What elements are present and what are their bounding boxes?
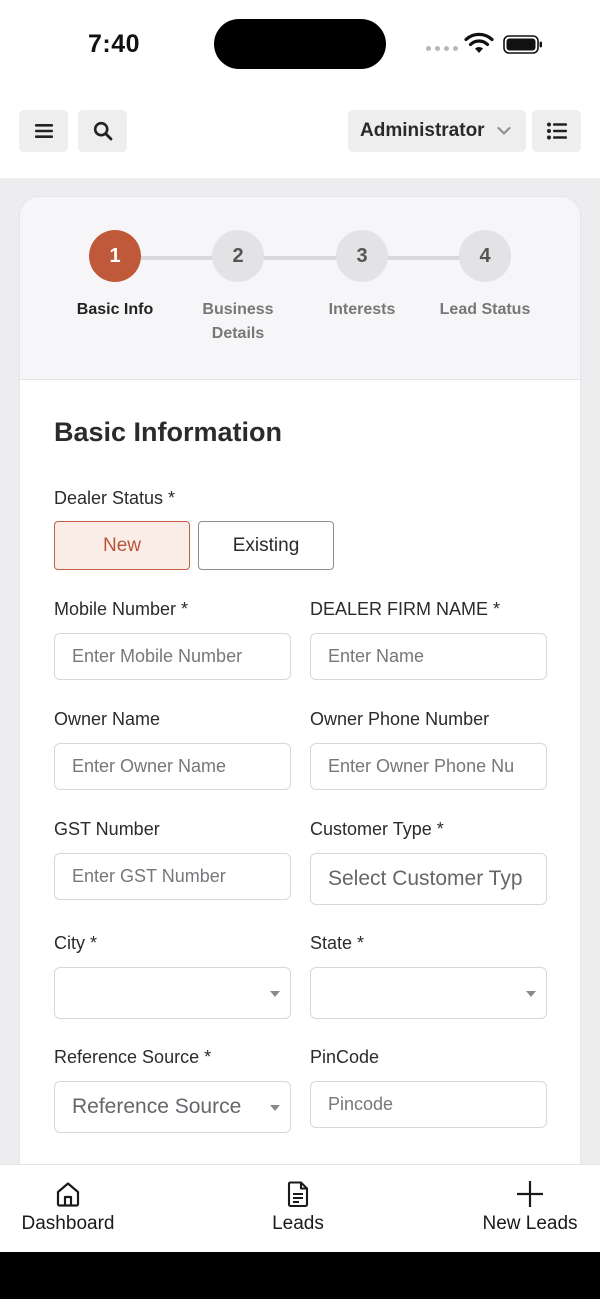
step-label: Interests	[328, 301, 396, 318]
nav-label: Leads	[272, 1213, 324, 1234]
owner-name-label: Owner Name	[54, 709, 161, 729]
step-number: 4	[459, 230, 511, 282]
step-interests[interactable]: 3 Interests	[292, 230, 432, 322]
customer-type-placeholder: Select Customer Typ	[328, 867, 523, 890]
search-button[interactable]	[78, 110, 127, 152]
step-number: 2	[212, 230, 264, 282]
list-view-button[interactable]	[532, 110, 581, 152]
home-icon	[56, 1182, 80, 1207]
top-toolbar: Administrator	[0, 88, 600, 178]
wifi-icon	[464, 32, 494, 53]
dealer-firm-name-input[interactable]	[311, 634, 546, 679]
pincode-label: PinCode	[310, 1047, 380, 1067]
step-label: Lead Status	[439, 301, 531, 318]
state-label: State *	[310, 933, 365, 953]
caret-down-icon	[526, 991, 536, 997]
form-stepper: 1 Basic Info 2 Business Details 3 Intere…	[20, 197, 580, 380]
step-business-details[interactable]: 2 Business Details	[168, 230, 308, 346]
dealer-firm-name-label: DEALER FIRM NAME *	[310, 599, 501, 619]
caret-down-icon	[270, 991, 280, 997]
gst-number-field	[54, 853, 291, 900]
list-icon	[546, 122, 567, 140]
step-basic-info[interactable]: 1 Basic Info	[45, 230, 185, 322]
state-select[interactable]	[310, 967, 547, 1019]
reference-source-select[interactable]: Reference Source	[54, 1081, 291, 1133]
owner-phone-field	[310, 743, 547, 790]
step-lead-status[interactable]: 4 Lead Status	[415, 230, 555, 322]
step-label: Business Details	[202, 301, 274, 342]
search-icon	[93, 121, 112, 141]
chevron-down-icon	[497, 127, 511, 135]
document-icon	[287, 1181, 309, 1208]
city-select[interactable]	[54, 967, 291, 1019]
dealer-status-existing-button[interactable]: Existing	[198, 521, 334, 570]
section-title: Basic Information	[54, 417, 283, 447]
owner-name-field	[54, 743, 291, 790]
dealer-firm-name-field	[310, 633, 547, 680]
owner-phone-input[interactable]	[311, 744, 546, 789]
step-label: Basic Info	[76, 301, 154, 318]
pincode-field	[310, 1081, 547, 1128]
status-time: 7:40	[88, 30, 141, 58]
nav-leads[interactable]: Leads	[258, 1179, 338, 1235]
owner-name-input[interactable]	[55, 744, 290, 789]
bottom-navigation: Dashboard Leads New Leads	[0, 1164, 600, 1252]
reference-source-placeholder: Reference Source	[72, 1095, 242, 1118]
user-role-label: Administrator	[360, 120, 485, 141]
pincode-input[interactable]	[311, 1082, 546, 1127]
battery-icon	[503, 35, 542, 54]
menu-button[interactable]	[19, 110, 68, 152]
plus-icon	[517, 1181, 543, 1207]
status-bar: 7:40	[0, 0, 600, 88]
nav-label: New Leads	[482, 1213, 578, 1234]
owner-phone-label: Owner Phone Number	[310, 709, 490, 729]
customer-type-select[interactable]: Select Customer Typ	[310, 853, 547, 905]
dealer-status-label: Dealer Status *	[54, 488, 176, 508]
mobile-number-label: Mobile Number *	[54, 599, 189, 619]
gst-number-input[interactable]	[55, 854, 290, 899]
lead-form-card: 1 Basic Info 2 Business Details 3 Intere…	[19, 196, 581, 1296]
cellular-signal-icon	[426, 46, 458, 51]
caret-down-icon	[270, 1105, 280, 1111]
mobile-number-input[interactable]	[55, 634, 290, 679]
user-role-dropdown[interactable]: Administrator	[348, 110, 526, 152]
hamburger-menu-icon	[34, 124, 53, 138]
mobile-number-field	[54, 633, 291, 680]
nav-dashboard[interactable]: Dashboard	[18, 1179, 118, 1235]
step-number: 3	[336, 230, 388, 282]
dealer-status-new-button[interactable]: New	[54, 521, 190, 570]
nav-new-leads[interactable]: New Leads	[474, 1179, 586, 1235]
customer-type-label: Customer Type *	[310, 819, 444, 839]
step-number: 1	[89, 230, 141, 282]
city-label: City *	[54, 933, 98, 953]
gst-number-label: GST Number	[54, 819, 160, 839]
home-indicator-bar	[0, 1252, 600, 1299]
nav-label: Dashboard	[21, 1213, 115, 1234]
dynamic-island	[214, 19, 386, 69]
reference-source-label: Reference Source *	[54, 1047, 212, 1067]
